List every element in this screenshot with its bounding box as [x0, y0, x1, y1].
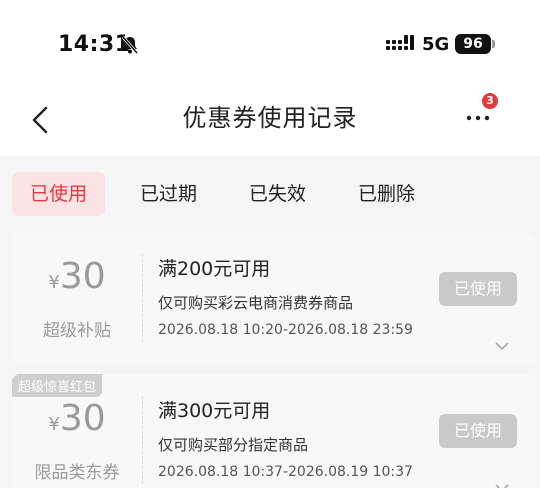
coupon-value-panel: ¥30 超级补贴 [12, 232, 142, 364]
tab-deleted[interactable]: 已删除 [340, 172, 433, 216]
dashed-divider [142, 254, 143, 342]
currency-symbol: ¥ [48, 414, 60, 435]
tab-expired[interactable]: 已过期 [122, 172, 215, 216]
coupon-condition: 满300元可用 [158, 400, 271, 422]
currency-symbol: ¥ [48, 272, 60, 293]
network-type: 5G [422, 34, 450, 55]
tab-used[interactable]: 已使用 [12, 172, 106, 216]
signal-icon [386, 35, 414, 50]
tab-bar: 已使用 已过期 已失效 已删除 [12, 172, 532, 216]
chevron-down-icon[interactable] [494, 482, 510, 488]
coupon-condition: 满200元可用 [158, 258, 271, 280]
coupon-period: 2026.08.18 10:37-2026.08.19 10:37 [158, 464, 413, 480]
nav-bar: 优惠券使用记录 3 [0, 90, 540, 156]
notification-badge: 3 [482, 93, 498, 109]
tab-invalid[interactable]: 已失效 [231, 172, 324, 216]
coupon-type: 限品类东券 [34, 463, 120, 483]
bell-off-icon [121, 36, 139, 54]
coupon-type: 超级补贴 [43, 321, 111, 341]
used-status-button[interactable]: 已使用 [439, 272, 517, 306]
battery-cap [492, 40, 495, 48]
coupon-value-panel: 超级惊喜红包 ¥30 限品类东券 [12, 374, 142, 488]
status-bar: 14:31 5G 96 [0, 0, 540, 90]
dashed-divider [142, 396, 143, 484]
battery-level: 96 [455, 34, 491, 54]
used-status-button[interactable]: 已使用 [439, 414, 517, 448]
coupon-card[interactable]: 超级惊喜红包 ¥30 限品类东券 满300元可用 仅可购买部分指定商品 2026… [12, 374, 536, 488]
coupon-card[interactable]: ¥30 超级补贴 满200元可用 仅可购买彩云电商消费券商品 2026.08.1… [12, 232, 536, 364]
coupon-scope: 仅可购买彩云电商消费券商品 [158, 294, 354, 312]
coupon-scope: 仅可购买部分指定商品 [158, 436, 309, 454]
coupon-tag: 超级惊喜红包 [12, 374, 103, 397]
amount-value: 30 [59, 398, 106, 439]
amount-value: 30 [59, 256, 106, 297]
coupon-period: 2026.08.18 10:20-2026.08.18 23:59 [158, 322, 413, 338]
page-title: 优惠券使用记录 [182, 104, 358, 132]
coupon-amount: ¥30 [12, 256, 142, 297]
chevron-down-icon[interactable] [494, 340, 510, 352]
content-area: 已使用 已过期 已失效 已删除 ¥30 超级补贴 满200元可用 仅可购买彩云电… [0, 156, 540, 488]
coupon-amount: ¥30 [12, 398, 142, 439]
